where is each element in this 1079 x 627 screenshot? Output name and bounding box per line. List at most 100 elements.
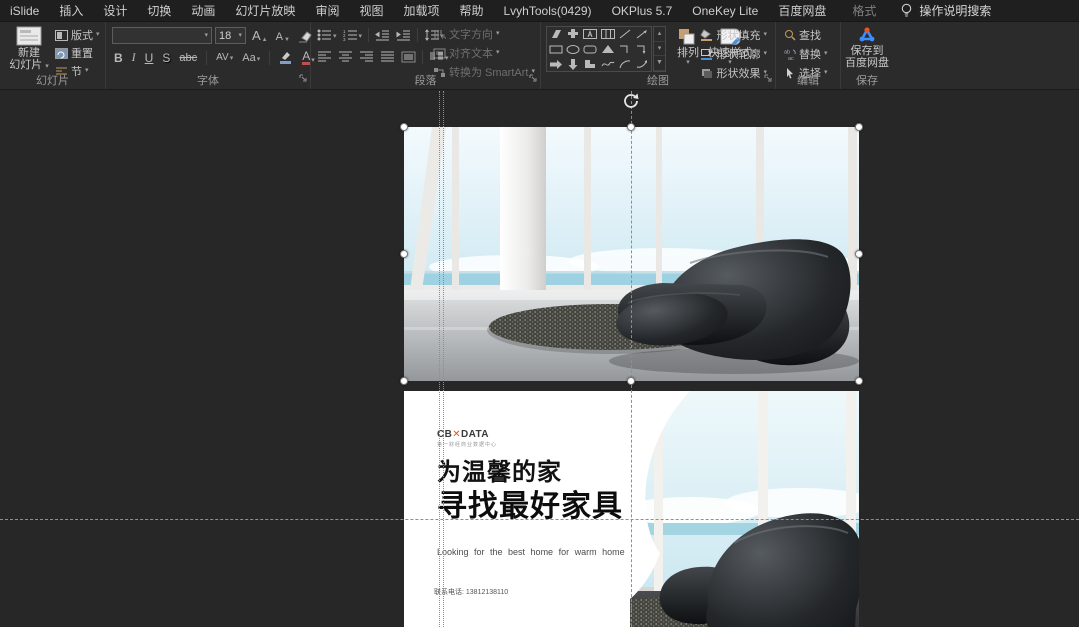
shape-gallery-scrollbar: ▴ ▾ ▼ bbox=[653, 26, 666, 72]
selection-handle-bottom-right[interactable] bbox=[855, 377, 863, 385]
lounge-chair-photo[interactable] bbox=[404, 127, 879, 381]
new-slide-button[interactable]: 新建 幻灯片 ▾ bbox=[6, 26, 52, 71]
shape-line-icon[interactable] bbox=[616, 27, 633, 42]
underline-button[interactable]: U bbox=[145, 51, 154, 65]
selection-handle-mid-right[interactable] bbox=[855, 250, 863, 258]
shape-arc-icon[interactable] bbox=[616, 56, 633, 71]
numbering-button[interactable]: 1 2 3 ▾ bbox=[343, 29, 363, 41]
strikethrough-button[interactable]: abc bbox=[179, 52, 197, 64]
increase-font-size-button[interactable]: A ▲ bbox=[252, 28, 268, 43]
selection-handle-top-left[interactable] bbox=[400, 123, 408, 131]
slide-1[interactable] bbox=[404, 127, 879, 381]
ribbon-group-save: 保存到 百度网盘 保存 bbox=[841, 22, 893, 89]
menu-tab-transitions[interactable]: 切换 bbox=[137, 0, 181, 22]
replace-button[interactable]: ab ac 替换 ▾ bbox=[784, 46, 828, 62]
gallery-scroll-down-button[interactable]: ▾ bbox=[654, 42, 665, 57]
align-left-icon[interactable] bbox=[317, 51, 332, 63]
menu-tab-view[interactable]: 视图 bbox=[349, 0, 393, 22]
layout-button[interactable]: 版式 ▾ bbox=[55, 27, 100, 43]
save-to-baidu-netdisk-button[interactable]: 保存到 百度网盘 bbox=[843, 25, 891, 69]
group-caption-font: 字体 bbox=[197, 75, 219, 87]
decrease-font-size-button[interactable]: A ▼ bbox=[276, 31, 290, 43]
change-case-button[interactable]: Aa ▾ bbox=[242, 52, 260, 64]
shape-fill-button[interactable]: 形状填充 ▾ bbox=[700, 27, 767, 43]
ribbon: 新建 幻灯片 ▾ 版式 ▾ 重置 节 ▾ 幻灯片 ▾ 18 ▾ A ▲ A ▼ … bbox=[0, 22, 1079, 90]
shape-outline-button[interactable]: 形状轮廓 ▾ bbox=[700, 46, 767, 62]
shape-arrow-line-icon[interactable] bbox=[634, 27, 651, 42]
selection-handle-bottom-left[interactable] bbox=[400, 377, 408, 385]
menu-tab-insert[interactable]: 插入 bbox=[49, 0, 93, 22]
shape-rectangle-icon[interactable] bbox=[547, 42, 564, 57]
lightbulb-icon bbox=[900, 3, 913, 18]
shape-arrow-right-icon[interactable] bbox=[547, 56, 564, 71]
shape-scribble-icon[interactable] bbox=[599, 56, 616, 71]
selection-handle-top-center[interactable] bbox=[627, 123, 635, 131]
decrease-indent-icon[interactable] bbox=[375, 29, 390, 41]
logo-x-glyph: ✕ bbox=[452, 429, 462, 440]
menu-tab-addins[interactable]: 加载项 bbox=[393, 0, 449, 22]
cbndata-logo: CB✕DATA bbox=[437, 429, 489, 440]
menu-tab-review[interactable]: 审阅 bbox=[305, 0, 349, 22]
baidu-netdisk-icon bbox=[859, 27, 875, 42]
gallery-expand-button[interactable]: ▼ bbox=[654, 56, 665, 72]
bold-button[interactable]: B bbox=[114, 51, 123, 65]
new-slide-label2: 幻灯片 ▾ bbox=[9, 59, 49, 71]
align-right-icon[interactable] bbox=[359, 51, 374, 63]
text-shadow-button[interactable]: S bbox=[162, 51, 170, 65]
slide-2[interactable]: CB✕DATA 第一财经商业数据中心 为温馨的家 寻找最好家具 Looking … bbox=[404, 391, 875, 627]
chevron-down-icon: ▾ bbox=[358, 33, 363, 40]
shape-plus-icon[interactable] bbox=[564, 27, 581, 42]
menu-tab-okplus[interactable]: OKPlus 5.7 bbox=[602, 0, 683, 22]
ribbon-group-slides: 新建 幻灯片 ▾ 版式 ▾ 重置 节 ▾ 幻灯片 bbox=[0, 22, 106, 89]
shape-curved-arrow-icon[interactable] bbox=[634, 56, 651, 71]
svg-text:A: A bbox=[442, 35, 446, 40]
reset-button[interactable]: 重置 bbox=[55, 45, 100, 61]
increase-indent-icon[interactable] bbox=[396, 29, 411, 41]
find-button[interactable]: 查找 bbox=[784, 27, 828, 43]
shape-oval-icon[interactable] bbox=[564, 42, 581, 57]
tell-me-search[interactable]: 操作说明搜索 bbox=[913, 0, 997, 22]
rotation-handle-icon[interactable] bbox=[622, 92, 640, 115]
selection-handle-bottom-center[interactable] bbox=[627, 377, 635, 385]
menu-tab-slideshow[interactable]: 幻灯片放映 bbox=[225, 0, 305, 22]
text-highlight-icon[interactable] bbox=[279, 51, 293, 64]
clear-formatting-icon[interactable] bbox=[298, 30, 312, 43]
align-text-button[interactable]: 对齐文本 ▾ bbox=[433, 45, 535, 61]
svg-text:3: 3 bbox=[343, 37, 346, 41]
shape-rounded-rectangle-icon[interactable] bbox=[582, 42, 599, 57]
chevron-down-icon: ▾ bbox=[496, 30, 500, 37]
character-spacing-button[interactable]: AV ▾ bbox=[216, 52, 233, 63]
shape-corner-icon[interactable] bbox=[582, 56, 599, 71]
shape-triangle-icon[interactable] bbox=[599, 42, 616, 57]
bullets-button[interactable]: ▾ bbox=[317, 29, 337, 41]
menu-tab-animations[interactable]: 动画 bbox=[181, 0, 225, 22]
distribute-text-icon[interactable] bbox=[401, 51, 416, 63]
shape-elbow-arrow-connector-icon[interactable] bbox=[634, 42, 651, 57]
selection-handle-top-right[interactable] bbox=[855, 123, 863, 131]
selection-handle-mid-left[interactable] bbox=[400, 250, 408, 258]
shape-table-icon[interactable] bbox=[599, 27, 616, 42]
font-name-combobox[interactable]: ▾ bbox=[112, 27, 212, 44]
menu-tab-baidu-netdisk[interactable]: 百度网盘 bbox=[768, 0, 836, 22]
menu-bar: iSlide 插入 设计 切换 动画 幻灯片放映 审阅 视图 加载项 帮助 Lv… bbox=[0, 0, 1079, 22]
menu-tab-lvyhtools[interactable]: LvyhTools(0429) bbox=[494, 0, 602, 22]
menu-tab-onekey[interactable]: OneKey Lite bbox=[682, 0, 768, 22]
text-direction-button[interactable]: A 文字方向 ▾ bbox=[433, 26, 535, 42]
gallery-scroll-up-button[interactable]: ▴ bbox=[654, 27, 665, 42]
menu-tab-islide[interactable]: iSlide bbox=[0, 0, 49, 22]
shape-parallelogram-icon[interactable] bbox=[547, 27, 564, 42]
shape-gallery bbox=[546, 26, 652, 72]
shape-text-box-icon[interactable] bbox=[582, 27, 599, 42]
menu-tab-help[interactable]: 帮助 bbox=[449, 0, 493, 22]
shape-arrow-down-icon[interactable] bbox=[564, 56, 581, 71]
shape-elbow-connector-icon[interactable] bbox=[616, 42, 633, 57]
slide-canvas[interactable]: CB✕DATA 第一财经商业数据中心 为温馨的家 寻找最好家具 Looking … bbox=[0, 91, 1079, 627]
italic-button[interactable]: I bbox=[132, 50, 136, 65]
align-center-icon[interactable] bbox=[338, 51, 353, 63]
menu-tab-design[interactable]: 设计 bbox=[93, 0, 137, 22]
menu-tab-format[interactable]: 格式 bbox=[842, 0, 886, 22]
justify-icon[interactable] bbox=[380, 51, 395, 63]
ribbon-group-font: ▾ 18▾ A▲ A▼ B I U S abc AV▾ Aa▾ A▾ bbox=[106, 22, 315, 89]
slide2-photo[interactable] bbox=[594, 391, 875, 627]
font-size-combobox[interactable]: 18 ▾ bbox=[215, 27, 246, 44]
